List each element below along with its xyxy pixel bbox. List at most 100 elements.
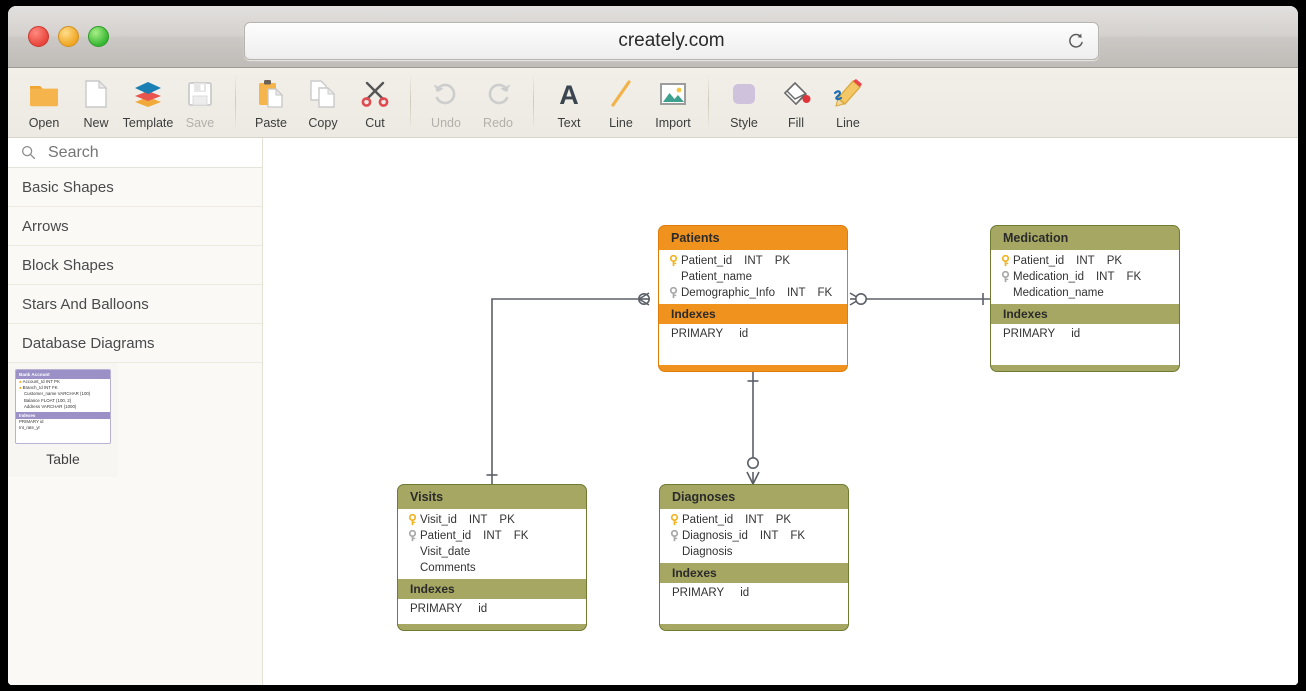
- toolbar-button-cut[interactable]: Cut: [349, 68, 401, 136]
- toolbar-button-fill[interactable]: Fill: [770, 68, 822, 136]
- column-type: INT: [1096, 271, 1115, 283]
- sidebar-category-label: Stars And Balloons: [22, 296, 149, 313]
- toolbar-button-save: Save: [174, 68, 226, 136]
- toolbar-button-label: Fill: [788, 116, 804, 130]
- toolbar-button-label: Cut: [365, 116, 384, 130]
- er-table-column: Patient_idINTFK: [398, 528, 586, 544]
- column-type: INT: [760, 530, 779, 542]
- index-name: PRIMARY: [672, 587, 724, 599]
- column-type: INT: [744, 255, 763, 267]
- scissors-icon: [358, 76, 392, 112]
- toolbar-separator: [410, 74, 411, 130]
- window-controls: [28, 26, 109, 47]
- thumb-index-row: Int_rate_yr: [16, 425, 110, 431]
- er-table-visits[interactable]: VisitsVisit_idINTPKPatient_idINTFKVisit_…: [397, 484, 587, 631]
- column-constraint: PK: [499, 514, 514, 526]
- er-table-index-row: PRIMARYid: [660, 587, 848, 599]
- column-type: INT: [745, 514, 764, 526]
- er-table-indexes: PRIMARYid: [991, 324, 1179, 365]
- toolbar-button-line[interactable]: Line: [595, 68, 647, 136]
- image-icon: [656, 76, 690, 112]
- toolbar-button-copy[interactable]: Copy: [297, 68, 349, 136]
- er-table-patients[interactable]: PatientsPatient_idINTPKPatient_nameDemog…: [658, 225, 848, 372]
- shape-grid: Bank Account●Account_Id INT PK●Branch_Id…: [8, 363, 262, 477]
- er-table-column: Patient_idINTPK: [659, 253, 847, 269]
- toolbar-button-style[interactable]: Style: [718, 68, 770, 136]
- page-icon: [79, 76, 113, 112]
- sidebar-category-label: Basic Shapes: [22, 179, 114, 196]
- minimize-button[interactable]: [58, 26, 79, 47]
- column-name: Patient_name: [681, 271, 752, 283]
- key-icon: ●: [19, 379, 22, 384]
- search-input[interactable]: [48, 144, 248, 162]
- shape-item-table[interactable]: Bank Account●Account_Id INT PK●Branch_Id…: [8, 363, 118, 477]
- er-table-indexes: PRIMARY id: [659, 324, 847, 365]
- column-name: Visit_id: [420, 514, 457, 526]
- index-column: id: [739, 328, 748, 340]
- toolbar-button-label: Paste: [255, 116, 287, 130]
- column-name: Patient_id: [1013, 255, 1064, 267]
- toolbar-button-template[interactable]: Template: [122, 68, 174, 136]
- er-table-column: Medication_name: [991, 285, 1179, 301]
- clipboard-icon: [254, 76, 288, 112]
- er-table-columns: Patient_id INT PK Medication_idINTFK Medicat…: [991, 250, 1179, 304]
- er-table-medication[interactable]: MedicationPatient_idINTPKMedication_idIN…: [990, 225, 1180, 372]
- er-table-column: Medication_idINTFK: [991, 269, 1179, 285]
- toolbar-button-new[interactable]: New: [70, 68, 122, 136]
- thumb-title: Bank Account: [16, 370, 110, 379]
- table-shape-thumbnail: Bank Account●Account_Id INT PK●Branch_Id…: [15, 369, 111, 444]
- toolbar-separator: [708, 74, 709, 130]
- er-table-column: Patient_name: [659, 269, 847, 285]
- toolbar-button-open[interactable]: Open: [18, 68, 70, 136]
- browser-window: creately.com Open New TemplateSave Paste Cop…: [8, 6, 1298, 685]
- column-type: INT: [483, 530, 502, 542]
- toolbar-button-undo: Undo: [420, 68, 472, 136]
- foreign-key-icon: [666, 530, 682, 542]
- index-column: id: [478, 603, 487, 615]
- column-constraint: PK: [1107, 255, 1122, 267]
- maximize-button[interactable]: [88, 26, 109, 47]
- column-constraint: PK: [776, 514, 791, 526]
- index-name: PRIMARY: [410, 603, 462, 615]
- connector-patients-visits: [487, 293, 650, 484]
- er-table-diagnoses[interactable]: DiagnosesPatient_idINTPKDiagnosis_idINTF…: [659, 484, 849, 631]
- er-table-column: Comments: [398, 560, 586, 576]
- index-name: PRIMARY: [671, 328, 723, 340]
- toolbar-button-label: Text: [558, 116, 581, 130]
- address-bar[interactable]: creately.com: [244, 22, 1099, 60]
- er-table-indexes-label: Indexes: [398, 579, 586, 599]
- toolbar-button-label: Line: [609, 116, 633, 130]
- toolbar-button-line2[interactable]: Line: [822, 68, 874, 136]
- diagram-canvas[interactable]: PatientsPatient_idINTPKPatient_nameDemog…: [263, 138, 1298, 685]
- er-table-indexes: PRIMARY id: [398, 599, 586, 624]
- sidebar-category-stars-and-balloons[interactable]: Stars And Balloons: [8, 285, 262, 324]
- sidebar-category-block-shapes[interactable]: Block Shapes: [8, 246, 262, 285]
- column-name: Diagnosis: [682, 546, 733, 558]
- er-table-column: Visit_date: [398, 544, 586, 560]
- toolbar-button-paste[interactable]: Paste: [245, 68, 297, 136]
- toolbar-button-import[interactable]: Import: [647, 68, 699, 136]
- search-icon: [8, 144, 48, 161]
- app-body: Basic Shapes ArrowsBlock Shapes Stars And …: [8, 138, 1298, 685]
- sidebar-category-arrows[interactable]: Arrows: [8, 207, 262, 246]
- column-name: Medication_name: [1013, 287, 1104, 299]
- sidebar-category-label: Database Diagrams: [22, 335, 155, 352]
- sidebar-category-database-diagrams[interactable]: Database Diagrams: [8, 324, 262, 363]
- copy-icon: [306, 76, 340, 112]
- rounded-square-icon: [727, 76, 761, 112]
- reload-icon[interactable]: [1066, 31, 1086, 51]
- shape-item-label: Table: [46, 451, 79, 467]
- er-table-title: Patients: [659, 226, 847, 250]
- sidebar-category-basic-shapes[interactable]: Basic Shapes: [8, 168, 262, 207]
- close-button[interactable]: [28, 26, 49, 47]
- column-type: INT: [1076, 255, 1095, 267]
- toolbar-button-label: New: [83, 116, 108, 130]
- undo-arrow-icon: [429, 76, 463, 112]
- er-table-indexes: PRIMARYid: [660, 583, 848, 624]
- column-type: INT: [469, 514, 488, 526]
- toolbar-button-text[interactable]: AText: [543, 68, 595, 136]
- paint-bucket-icon: [779, 76, 813, 112]
- toolbar-button-label: Open: [29, 116, 60, 130]
- foreign-key-icon: [997, 271, 1013, 283]
- column-name: Patient_id: [420, 530, 471, 542]
